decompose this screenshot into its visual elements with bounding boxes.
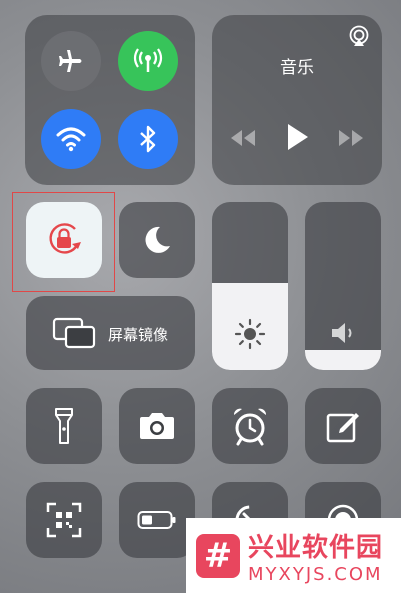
camera-icon bbox=[140, 413, 174, 439]
battery-icon bbox=[137, 511, 176, 529]
cellular-data-button[interactable] bbox=[118, 31, 178, 91]
qr-scanner-icon bbox=[46, 502, 82, 538]
connectivity-panel bbox=[25, 15, 195, 185]
rotation-lock-icon bbox=[49, 223, 81, 254]
notes-button[interactable] bbox=[305, 388, 381, 464]
notes-icon bbox=[326, 413, 359, 443]
wifi-icon bbox=[56, 127, 86, 152]
camera-button[interactable] bbox=[119, 388, 195, 464]
wifi-button[interactable] bbox=[41, 109, 101, 169]
speaker-icon bbox=[332, 323, 352, 343]
watermark-logo-glyph: # bbox=[203, 535, 233, 576]
bluetooth-button[interactable] bbox=[118, 109, 178, 169]
fast-forward-icon[interactable] bbox=[338, 129, 364, 147]
do-not-disturb-button[interactable] bbox=[119, 202, 195, 278]
music-title: 音乐 bbox=[280, 58, 314, 78]
watermark-overlay: # 兴业软件园 MYXYJS.COM bbox=[186, 518, 401, 593]
antenna-icon bbox=[133, 48, 163, 72]
watermark-logo: # bbox=[196, 533, 240, 578]
low-power-mode-button[interactable] bbox=[119, 482, 195, 558]
rewind-icon[interactable] bbox=[230, 129, 256, 147]
play-icon[interactable] bbox=[286, 123, 310, 151]
screen-mirroring-label: 屏幕镜像 bbox=[108, 326, 169, 344]
moon-icon bbox=[145, 226, 170, 253]
screen-mirroring-button[interactable]: 屏幕镜像 bbox=[26, 296, 195, 370]
watermark-title: 兴业软件园 bbox=[248, 532, 384, 563]
volume-slider[interactable] bbox=[305, 202, 381, 370]
flashlight-button[interactable] bbox=[26, 388, 102, 464]
airplane-icon bbox=[59, 50, 82, 72]
rotation-lock-button[interactable] bbox=[26, 202, 102, 278]
qr-scanner-button[interactable] bbox=[26, 482, 102, 558]
bluetooth-icon bbox=[140, 125, 156, 153]
sun-icon bbox=[234, 318, 266, 350]
alarm-button[interactable] bbox=[212, 388, 288, 464]
watermark-subtitle: MYXYJS.COM bbox=[248, 563, 383, 585]
volume-level-fill bbox=[305, 349, 381, 370]
music-panel[interactable]: 音乐 bbox=[212, 15, 382, 185]
alarm-clock-icon bbox=[233, 408, 267, 446]
flashlight-icon bbox=[55, 408, 73, 444]
airplane-mode-button[interactable] bbox=[41, 31, 101, 91]
airplay-icon[interactable] bbox=[348, 25, 370, 47]
brightness-slider[interactable] bbox=[212, 202, 288, 370]
screen-mirroring-icon bbox=[52, 317, 96, 349]
